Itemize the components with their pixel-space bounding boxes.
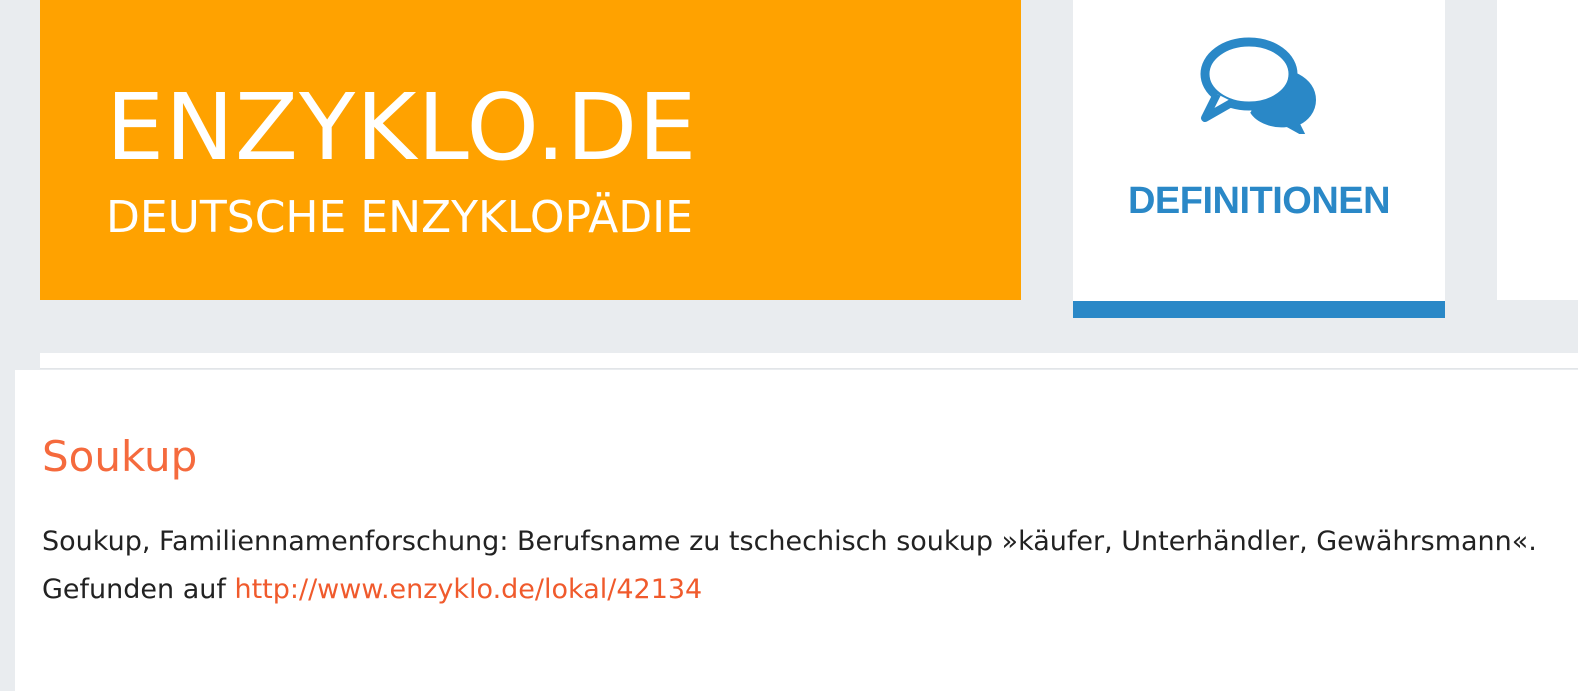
entry-definition: Soukup, Familiennamenforschung: Berufsna…: [42, 526, 1537, 557]
nav-tab-definitionen[interactable]: DEFINITIONEN: [1073, 0, 1445, 318]
source-link[interactable]: http://www.enzyklo.de/lokal/42134: [234, 574, 702, 605]
active-tab-indicator: [1073, 301, 1445, 318]
site-logo[interactable]: ENZYKLO.DE DEUTSCHE ENZYKLOPÄDIE: [40, 0, 1021, 300]
site-name: ENZYKLO.DE: [106, 74, 698, 181]
site-tagline: DEUTSCHE ENZYKLOPÄDIE: [106, 192, 693, 243]
entry-title[interactable]: Soukup: [42, 432, 197, 481]
entry-source: Gefunden auf http://www.enzyklo.de/lokal…: [42, 566, 1562, 614]
speech-bubbles-icon: [1199, 34, 1321, 139]
source-prefix: Gefunden auf: [42, 574, 226, 605]
page: ENZYKLO.DE DEUTSCHE ENZYKLOPÄDIE DEFINIT…: [0, 0, 1578, 691]
nav-tab-next[interactable]: [1497, 0, 1578, 300]
divider: [40, 353, 1578, 369]
nav-tab-label: DEFINITIONEN: [1127, 180, 1391, 222]
entry-card: Soukup Soukup, Familiennamenforschung: B…: [15, 370, 1578, 691]
entry-body: Soukup, Familiennamenforschung: Berufsna…: [42, 518, 1562, 614]
